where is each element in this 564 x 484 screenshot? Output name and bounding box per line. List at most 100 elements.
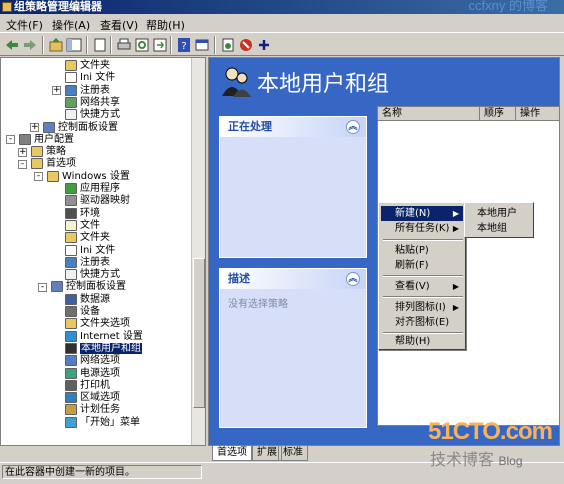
collapse-icon[interactable]: - (6, 135, 15, 145)
context-refresh[interactable]: 刷新(F) (381, 258, 463, 273)
description-text: 没有选择策略 (228, 299, 288, 310)
app-icon (65, 183, 77, 194)
tab-preferences[interactable]: 首选项 (212, 446, 252, 461)
tree-item[interactable]: 策略 (31, 146, 66, 158)
expand-icon[interactable]: + (52, 86, 61, 96)
tree-item[interactable]: 数据源 (65, 293, 110, 306)
tree-item[interactable]: 首选项 (31, 158, 76, 170)
tree-item[interactable]: 驱动器映射 (65, 195, 130, 207)
tree-item[interactable]: 文件夹 (65, 232, 110, 244)
tree-item-label: 快捷方式 (80, 109, 120, 121)
column-header-order[interactable]: 顺序 (480, 107, 516, 121)
context-view[interactable]: 查看(V) ▶ (381, 279, 463, 294)
tree-item[interactable]: 设备 (65, 306, 100, 318)
back-icon[interactable] (4, 37, 20, 53)
tree-item[interactable]: Internet 设置 (65, 330, 143, 343)
tree-item[interactable]: 快捷方式 (65, 269, 120, 281)
export-icon[interactable] (152, 37, 168, 53)
forward-icon[interactable] (22, 37, 38, 53)
print-icon[interactable] (116, 37, 132, 53)
stop-icon[interactable] (238, 37, 254, 53)
up-icon[interactable] (48, 37, 64, 53)
tree-item[interactable]: 环境 (65, 207, 100, 220)
submenu-local-user[interactable]: 本地用户 (467, 206, 531, 221)
tree-item[interactable]: 应用程序 (65, 183, 120, 195)
tree-item[interactable]: 打印机 (65, 379, 110, 392)
menu-help[interactable]: 帮助(H) (146, 17, 185, 33)
share-icon (65, 96, 77, 108)
collapse-icon[interactable]: - (38, 282, 47, 292)
column-header-name[interactable]: 名称 (378, 107, 480, 121)
context-help[interactable]: 帮助(H) (381, 334, 463, 349)
processing-panel-header[interactable]: 正在处理 ︽ (220, 117, 366, 137)
add-icon[interactable] (256, 37, 272, 53)
collapse-chevron-icon[interactable]: ︽ (346, 120, 360, 134)
shortcut-icon (65, 109, 77, 121)
region-icon (65, 392, 77, 404)
console-tree[interactable]: 文件夹 Ini 文件 注册表 + 网络共享 快捷方式 控制面板设置 + 用户配置 - 策略 + 首选项 -… (0, 57, 206, 446)
submenu-local-group[interactable]: 本地组 (467, 221, 531, 236)
copy-icon[interactable] (92, 37, 108, 53)
task-icon (65, 404, 77, 416)
tree-item[interactable]: 用户配置 (19, 133, 74, 146)
new-item-icon[interactable] (220, 37, 236, 53)
network-icon (65, 355, 77, 367)
tab-standard[interactable]: 标准 (278, 446, 308, 461)
tree-item-label: 网络选项 (80, 355, 120, 367)
collapse-icon[interactable]: - (34, 172, 43, 182)
menu-action[interactable]: 操作(A) (52, 17, 90, 33)
tree-item[interactable]: Ini 文件 (65, 244, 115, 257)
tree-item[interactable]: 快捷方式 (65, 109, 120, 121)
collapse-icon[interactable]: - (18, 159, 27, 169)
menu-file[interactable]: 文件(F) (6, 17, 43, 33)
tree-item[interactable]: 控制面板设置 (51, 281, 126, 293)
tree-item-label: 注册表 (80, 256, 110, 268)
context-new[interactable]: 新建(N) ▶ (381, 206, 463, 221)
tree-item[interactable]: Ini 文件 (65, 72, 115, 84)
tree-item[interactable]: 「开始」菜单 (65, 416, 140, 429)
tree-item[interactable]: 计划任务 (65, 404, 120, 416)
submenu-arrow-icon: ▶ (452, 303, 459, 312)
properties-icon[interactable] (194, 37, 210, 53)
tree-item-label: 控制面板设置 (66, 281, 126, 293)
tree-item-label: 策略 (46, 146, 66, 158)
context-align-icons[interactable]: 对齐图标(E) (381, 315, 463, 330)
help-icon[interactable]: ? (176, 37, 192, 53)
registry-icon (65, 84, 77, 96)
description-panel-header[interactable]: 描述 ︽ (220, 269, 366, 289)
tree-item[interactable]: 注册表 (65, 256, 110, 269)
context-arrange-icons[interactable]: 排列图标(I) ▶ (381, 300, 463, 315)
tree-item[interactable]: 文件 (65, 219, 100, 232)
tree-item[interactable]: 控制面板设置 (43, 121, 118, 134)
context-paste[interactable]: 粘贴(P) (381, 243, 463, 258)
expand-icon[interactable]: + (18, 147, 27, 157)
watermark-sub-en: Blog (498, 454, 523, 468)
menu-view[interactable]: 查看(V) (100, 17, 138, 33)
tree-item[interactable]: 文件夹 (65, 60, 110, 72)
refresh-icon[interactable] (134, 37, 150, 53)
title-bar[interactable]: 组策略管理编辑器 ccfxny 的博客 (0, 0, 564, 14)
tree-item[interactable]: 本地用户和组 (65, 342, 142, 355)
tree-item[interactable]: 网络选项 (65, 355, 120, 367)
menu-separator (383, 239, 463, 241)
tree-item[interactable]: 注册表 (65, 84, 110, 97)
scrollbar-thumb[interactable] (193, 258, 205, 408)
tree-item-label: 快捷方式 (80, 269, 120, 281)
tree-item[interactable]: 区域选项 (65, 392, 120, 404)
menu-separator (383, 296, 463, 298)
collapse-chevron-icon[interactable]: ︽ (346, 272, 360, 286)
tree-item-label: 打印机 (80, 379, 110, 391)
tree-item[interactable]: Windows 设置 (47, 170, 130, 183)
site-watermark: 51CTO.com 技术博客 Blog (428, 418, 553, 469)
expand-icon[interactable]: + (30, 123, 39, 132)
tree-scrollbar[interactable] (191, 58, 205, 445)
tree-item-label: Ini 文件 (80, 72, 116, 84)
processing-panel: 正在处理 ︽ (219, 116, 367, 258)
tree-item[interactable]: 电源选项 (65, 367, 120, 380)
show-hide-tree-icon[interactable] (66, 37, 82, 53)
tree-item[interactable]: 网络共享 (65, 96, 120, 109)
context-all-tasks[interactable]: 所有任务(K) ▶ (381, 221, 463, 236)
column-header-action[interactable]: 操作 (516, 107, 559, 121)
tree-item[interactable]: 文件夹选项 (65, 318, 130, 330)
toolbar-separator (86, 36, 88, 54)
